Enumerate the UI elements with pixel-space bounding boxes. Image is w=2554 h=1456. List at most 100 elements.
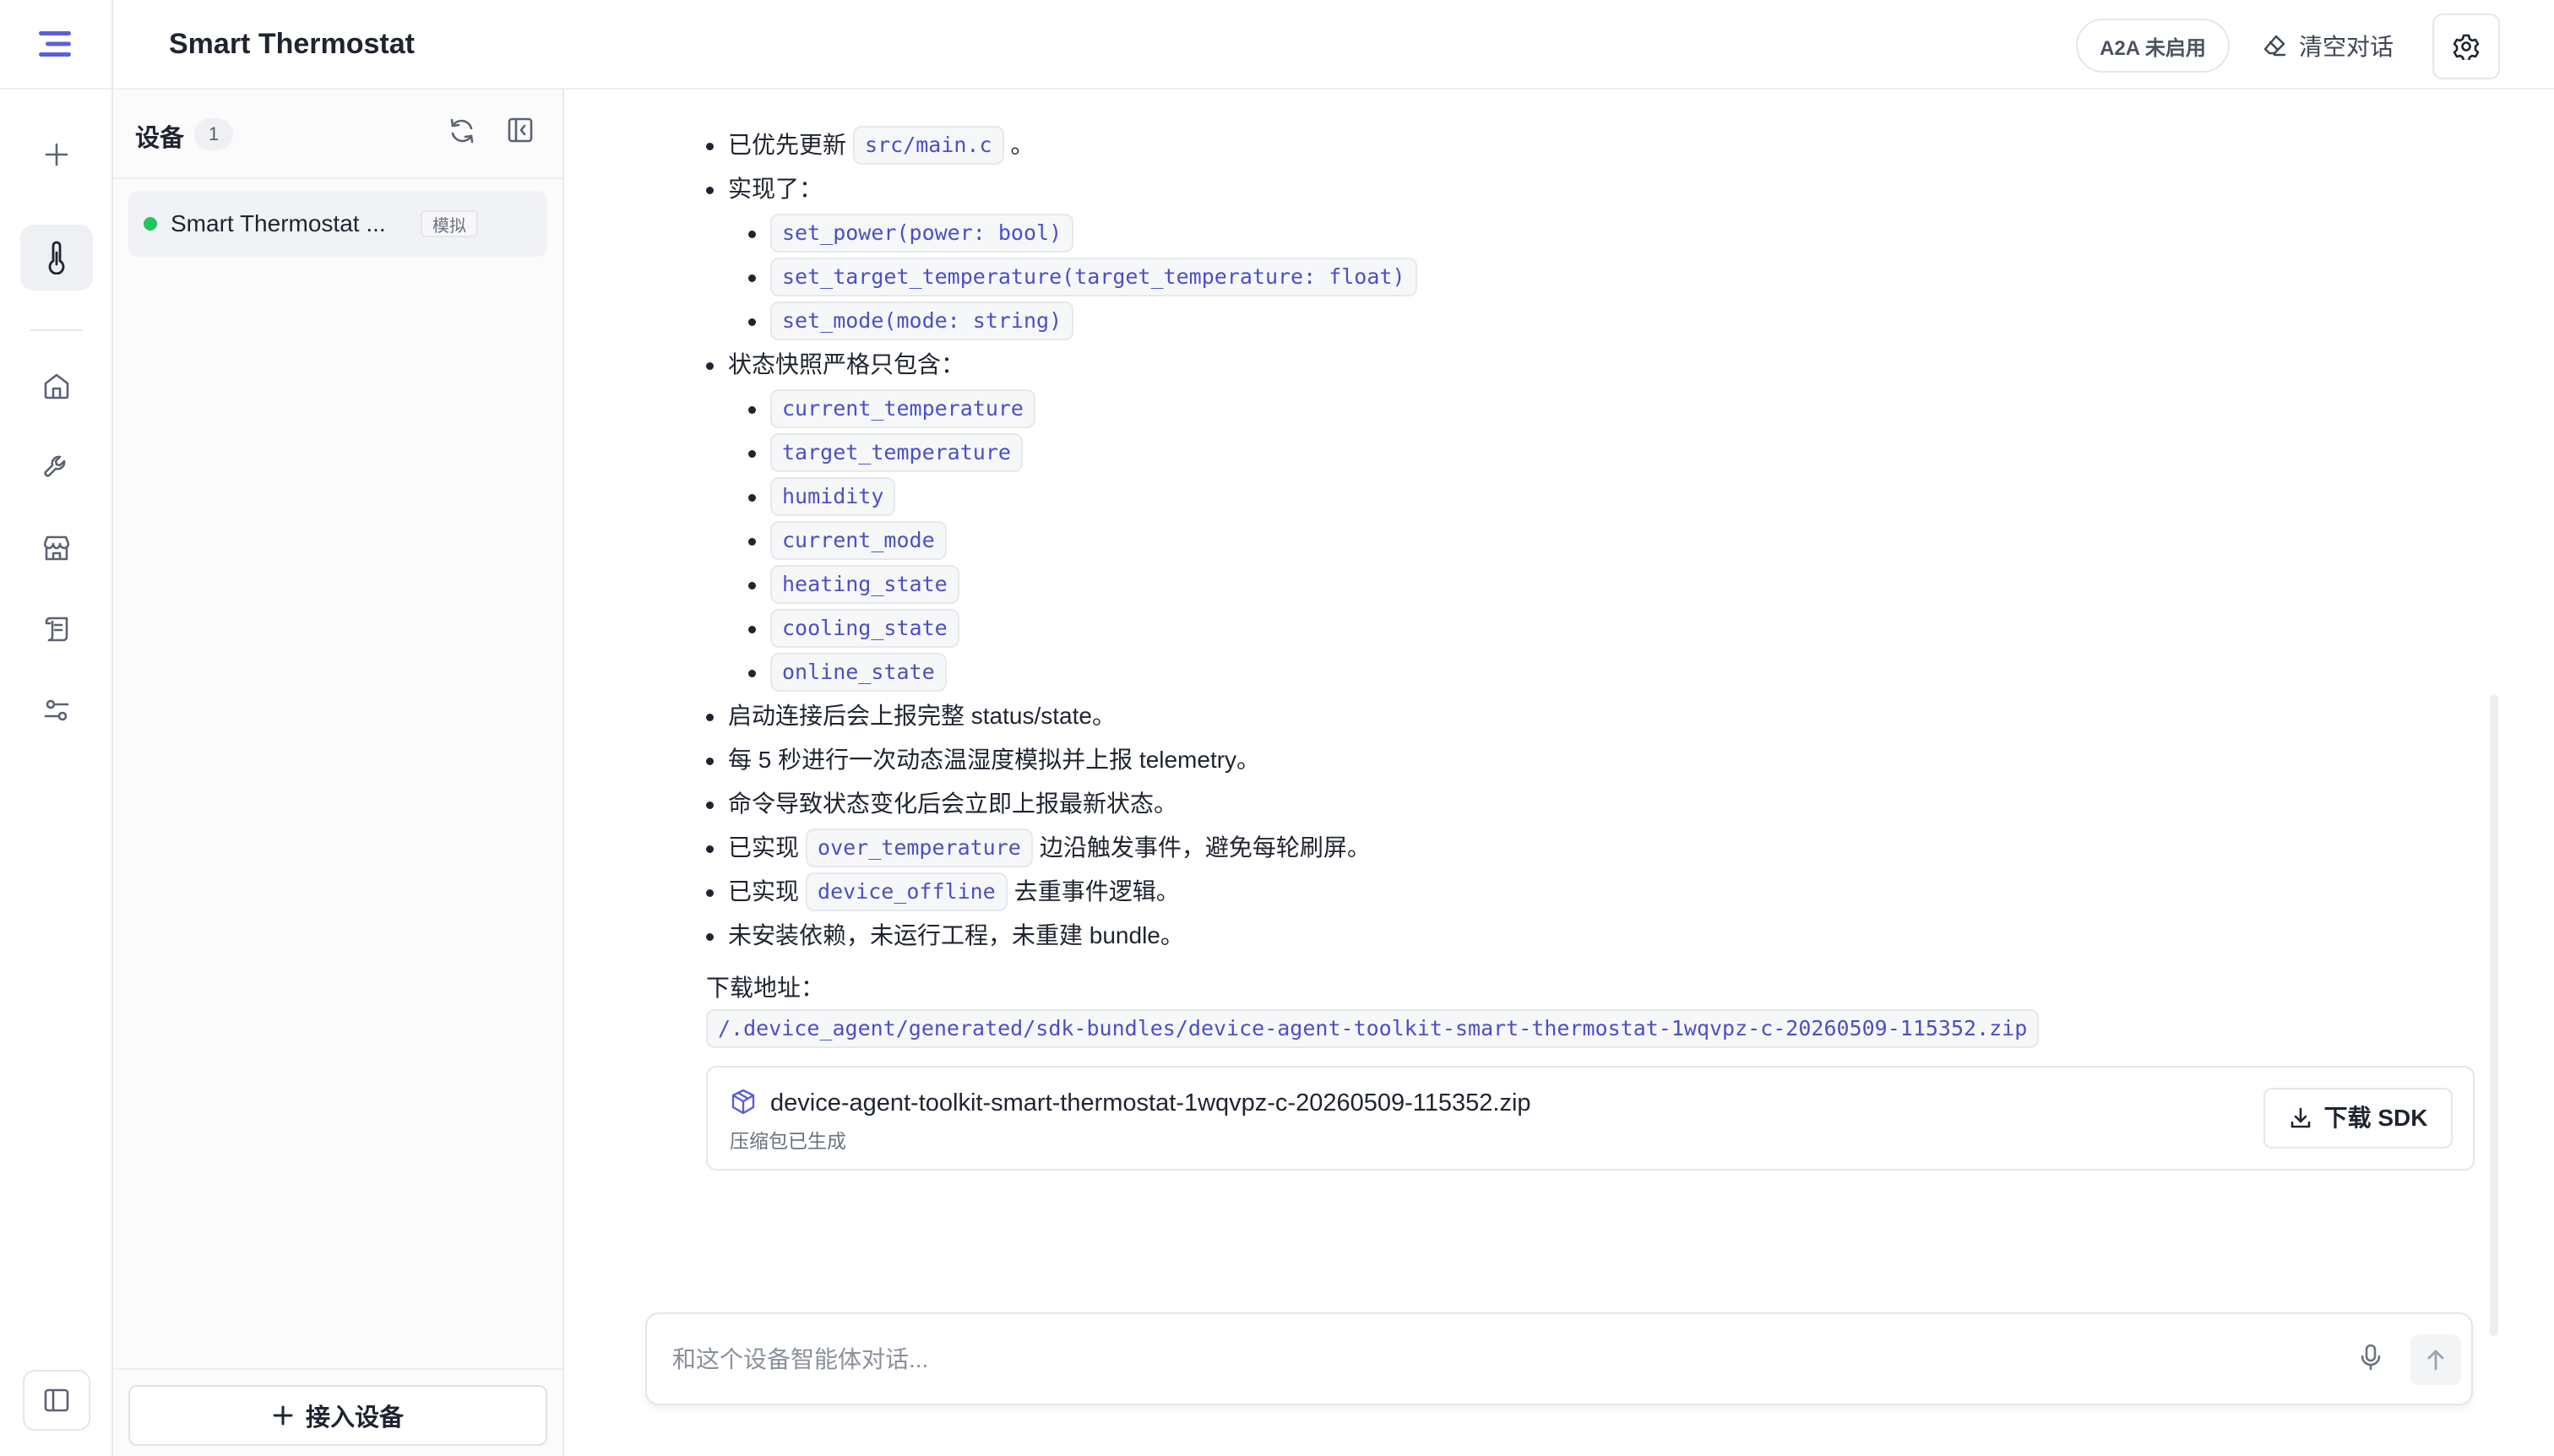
send-button[interactable] bbox=[2410, 1334, 2461, 1385]
clear-chat-button[interactable]: 清空对话 bbox=[2262, 19, 2431, 73]
device-panel-footer: 接入设备 bbox=[113, 1368, 562, 1456]
inline-code: online_state bbox=[770, 653, 947, 692]
list-item-text: 已实现 bbox=[728, 834, 800, 861]
list-item-text: 。 bbox=[1010, 132, 1035, 158]
file-card: device-agent-toolkit-smart-thermostat-1w… bbox=[706, 1066, 2475, 1171]
device-panel-title: 设备 bbox=[135, 125, 185, 152]
list-item-text: 去重事件逻辑。 bbox=[1013, 878, 1180, 905]
sliders-icon bbox=[44, 699, 69, 721]
page-title: Smart Thermostat bbox=[169, 27, 415, 60]
download-label: 下载地址： bbox=[706, 975, 825, 1001]
list-item: humidity bbox=[748, 475, 2513, 519]
logs-nav-button[interactable] bbox=[20, 596, 93, 662]
list-item-text: 每 5 秒进行一次动态温湿度模拟并上报 telemetry。 bbox=[728, 747, 1261, 773]
list-item: 未安装依赖，未运行工程，未重建 bundle。 bbox=[706, 914, 2513, 958]
list-item-text: 已优先更新 bbox=[728, 132, 847, 158]
menu-logo-icon bbox=[39, 31, 71, 57]
collapse-panel-icon bbox=[508, 117, 533, 143]
list-item: target_temperature bbox=[748, 431, 2513, 475]
inline-code: src/main.c bbox=[853, 126, 1004, 165]
eraser-icon bbox=[2263, 35, 2286, 57]
list-item: 命令导致状态变化后会立即上报最新状态。 bbox=[706, 782, 2513, 826]
list-item-text: 实现了： bbox=[728, 176, 823, 202]
inline-code: heating_state bbox=[770, 565, 959, 604]
rail-divider bbox=[30, 329, 83, 331]
inline-code: set_target_temperature(target_temperatur… bbox=[770, 258, 1417, 296]
list-item: 实现了： bbox=[706, 167, 2513, 211]
device-panel: 设备 1 Smart Thermostat ... 模拟 接入设备 bbox=[113, 90, 564, 1456]
chat-input[interactable] bbox=[672, 1338, 2277, 1382]
simulated-tag: 模拟 bbox=[421, 210, 478, 237]
list-item: 已实现 over_temperature 边沿触发事件，避免每轮刷屏。 bbox=[706, 826, 2513, 870]
device-count-badge: 1 bbox=[194, 118, 233, 150]
list-item: 已实现 device_offline 去重事件逻辑。 bbox=[706, 870, 2513, 914]
sidebar-toggle-icon bbox=[44, 1388, 69, 1412]
arrow-up-icon bbox=[2427, 1350, 2444, 1371]
inline-code: device_offline bbox=[806, 872, 1008, 911]
download-path-row: /.device_agent/generated/sdk-bundles/dev… bbox=[706, 1007, 2513, 1051]
list-item: set_mode(mode: string) bbox=[748, 299, 2513, 343]
list-item: 状态快照严格只包含： bbox=[706, 343, 2513, 387]
list-item-text: 状态快照严格只包含： bbox=[728, 351, 965, 378]
store-nav-button[interactable] bbox=[20, 515, 93, 581]
list-item: online_state bbox=[748, 650, 2513, 694]
store-icon bbox=[43, 535, 70, 561]
microphone-icon bbox=[2361, 1344, 2381, 1371]
file-status: 压缩包已生成 bbox=[730, 1130, 846, 1152]
settings-nav-button[interactable] bbox=[20, 677, 93, 743]
add-device-label: 接入设备 bbox=[305, 1404, 404, 1432]
file-name: device-agent-toolkit-smart-thermostat-1w… bbox=[770, 1089, 1531, 1116]
download-path[interactable]: /.device_agent/generated/sdk-bundles/dev… bbox=[706, 1009, 2040, 1048]
tools-nav-button[interactable] bbox=[20, 434, 93, 500]
inline-code: current_temperature bbox=[770, 389, 1035, 428]
settings-button[interactable] bbox=[2432, 14, 2500, 79]
inline-code: humidity bbox=[770, 477, 896, 516]
inline-code: cooling_state bbox=[770, 609, 959, 648]
list-item: 启动连接后会上报完整 status/state。 bbox=[706, 694, 2513, 738]
inline-code: current_mode bbox=[770, 521, 947, 560]
sidebar-toggle-button[interactable] bbox=[23, 1370, 90, 1431]
download-icon bbox=[2290, 1107, 2310, 1128]
top-header: Smart Thermostat A2A 未启用 清空对话 bbox=[113, 0, 2554, 90]
list-item-text: 命令导致状态变化后会立即上报最新状态。 bbox=[728, 790, 1178, 817]
home-icon bbox=[44, 373, 69, 399]
list-item: cooling_state bbox=[748, 606, 2513, 650]
add-device-button[interactable]: 接入设备 bbox=[128, 1385, 547, 1446]
assistant-message: 已优先更新 src/main.c 。 实现了： set_power(power:… bbox=[706, 90, 2513, 1171]
list-item-text: 边沿触发事件，避免每轮刷屏。 bbox=[1039, 834, 1371, 861]
list-item: 每 5 秒进行一次动态温湿度模拟并上报 telemetry。 bbox=[706, 738, 2513, 782]
wrench-icon bbox=[44, 455, 66, 477]
list-item: set_target_temperature(target_temperatur… bbox=[748, 255, 2513, 299]
download-sdk-label: 下载 SDK bbox=[2323, 1105, 2428, 1131]
refresh-button[interactable] bbox=[448, 117, 476, 145]
chat-scrollbar[interactable] bbox=[2490, 694, 2498, 1336]
list-item-text: 已实现 bbox=[728, 878, 800, 905]
collapse-panel-button[interactable] bbox=[507, 117, 534, 144]
a2a-status-badge[interactable]: A2A 未启用 bbox=[2076, 19, 2230, 73]
field-list: current_temperature target_temperature h… bbox=[748, 387, 2513, 694]
voice-input-button[interactable] bbox=[2360, 1343, 2382, 1372]
list-item: set_power(power: bool) bbox=[748, 211, 2513, 255]
inline-code: target_temperature bbox=[770, 433, 1023, 472]
package-icon bbox=[730, 1088, 757, 1116]
download-sdk-button[interactable]: 下载 SDK bbox=[2263, 1088, 2453, 1149]
device-item-smart-thermostat[interactable]: Smart Thermostat ... 模拟 bbox=[128, 191, 547, 257]
plus-icon bbox=[45, 143, 68, 166]
logo[interactable] bbox=[0, 0, 111, 90]
chat-area: 已优先更新 src/main.c 。 实现了： set_power(power:… bbox=[564, 90, 2554, 1456]
chat-composer bbox=[645, 1312, 2473, 1405]
inline-code: set_mode(mode: string) bbox=[770, 302, 1074, 340]
inline-code: over_temperature bbox=[806, 829, 1033, 867]
list-item: 已优先更新 src/main.c 。 bbox=[706, 123, 2513, 167]
devices-nav-button[interactable] bbox=[20, 225, 93, 291]
clipped-previous-line bbox=[706, 90, 2513, 123]
list-item-text: 启动连接后会上报完整 status/state。 bbox=[728, 703, 1116, 729]
online-status-dot bbox=[144, 217, 157, 231]
list-item-text: 未安装依赖，未运行工程，未重建 bundle。 bbox=[728, 922, 1184, 948]
plus-icon bbox=[273, 1405, 293, 1426]
device-panel-header: 设备 1 bbox=[113, 90, 562, 179]
home-nav-button[interactable] bbox=[20, 353, 93, 419]
nav-rail bbox=[0, 0, 113, 1456]
gear-icon bbox=[2453, 34, 2480, 60]
new-chat-button[interactable] bbox=[20, 122, 93, 187]
